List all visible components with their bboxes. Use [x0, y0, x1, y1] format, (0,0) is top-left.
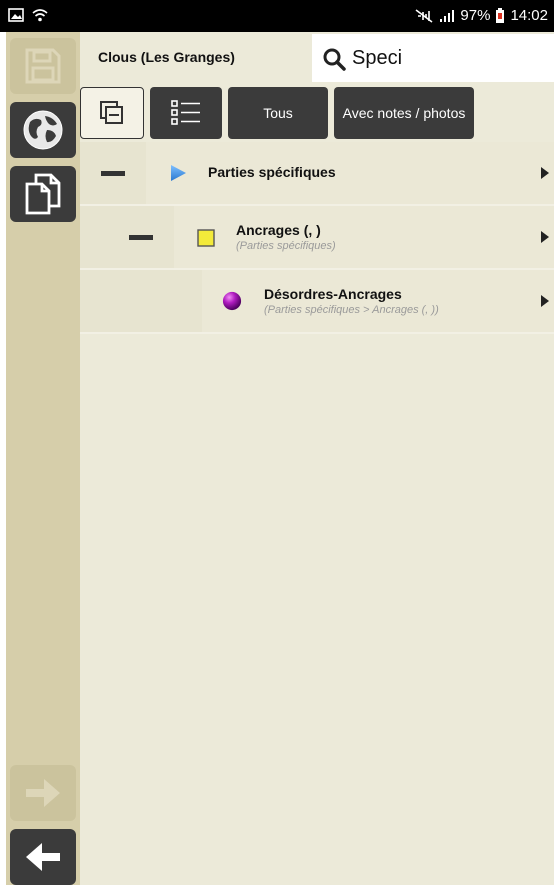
tree-row[interactable]: Désordres-Ancrages (Parties spécifiques … — [80, 270, 554, 334]
yellow-square-icon — [197, 229, 215, 247]
filter-all-button[interactable]: Tous — [228, 87, 328, 139]
main-panel: Clous (Les Granges) Speci Tous Avec note… — [80, 32, 554, 885]
collapse-toggle[interactable] — [108, 206, 174, 268]
wifi-icon — [32, 9, 48, 22]
copy-documents-icon — [25, 173, 61, 215]
clock: 14:02 — [510, 7, 548, 24]
minus-icon — [101, 170, 125, 176]
signal-icon — [440, 9, 455, 22]
save-icon — [25, 48, 61, 84]
page-title: Clous (Les Granges) — [98, 49, 235, 65]
list-view-button[interactable] — [150, 87, 222, 139]
minus-icon — [129, 234, 153, 240]
back-button[interactable] — [10, 829, 76, 885]
header-bar: Clous (Les Granges) — [80, 32, 554, 84]
tree-item-path: (Parties spécifiques > Ancrages (, )) — [264, 304, 439, 316]
copy-documents-button[interactable] — [10, 166, 76, 222]
map-globe-button[interactable] — [10, 102, 76, 158]
purple-sphere-icon — [222, 291, 242, 311]
search-box[interactable] — [312, 34, 554, 82]
battery-icon — [496, 7, 505, 23]
save-button[interactable] — [10, 38, 76, 94]
arrow-right-icon — [26, 779, 60, 807]
indent-spacer — [136, 270, 202, 332]
filter-with-notes-button[interactable]: Avec notes / photos — [334, 87, 474, 139]
tree-item-title: Ancrages (, ) — [236, 222, 321, 238]
tree-item-title: Parties spécifiques — [208, 164, 336, 180]
filter-toolbar: Tous Avec notes / photos — [80, 84, 554, 142]
next-button[interactable] — [10, 765, 76, 821]
tree-item-title: Désordres-Ancrages — [264, 286, 402, 302]
collapse-all-icon — [100, 101, 123, 124]
search-icon — [323, 48, 346, 71]
search-input[interactable] — [352, 42, 547, 74]
tree-item-path: (Parties spécifiques) — [236, 240, 336, 252]
tree-item-content[interactable]: Parties spécifiques — [146, 142, 554, 204]
tree-item-content[interactable]: Ancrages (, ) (Parties spécifiques) — [174, 206, 554, 268]
collapse-toggle[interactable] — [80, 142, 146, 204]
status-bar: 97% 14:02 — [0, 0, 554, 32]
sidebar — [6, 32, 80, 885]
collapse-all-button[interactable] — [80, 87, 144, 139]
chevron-right-icon[interactable] — [541, 167, 549, 179]
tree-item-content[interactable]: Désordres-Ancrages (Parties spécifiques … — [202, 270, 554, 332]
tree-row[interactable]: Ancrages (, ) (Parties spécifiques) — [80, 206, 554, 270]
mute-icon — [415, 8, 433, 23]
chevron-right-icon[interactable] — [541, 295, 549, 307]
blue-triangle-icon — [171, 165, 186, 181]
list-view-icon — [171, 100, 200, 125]
battery-percent: 97% — [460, 7, 491, 24]
image-icon — [8, 8, 24, 22]
globe-icon — [23, 110, 63, 150]
arrow-left-icon — [26, 843, 60, 871]
tree-row[interactable]: Parties spécifiques — [80, 142, 554, 206]
chevron-right-icon[interactable] — [541, 231, 549, 243]
